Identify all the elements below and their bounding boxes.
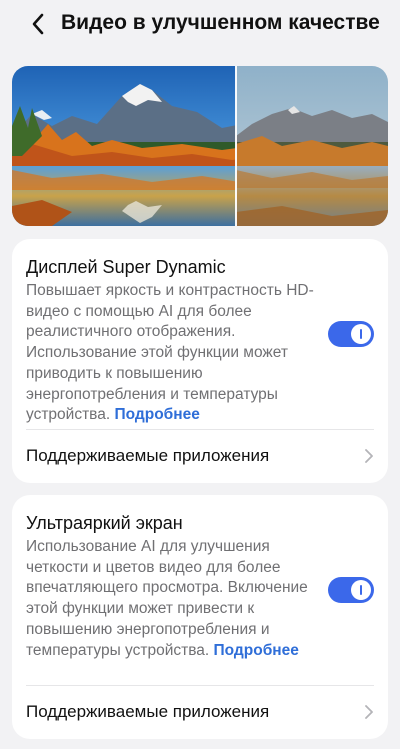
- ultra-bright-card: Ультраяркий экран Использование AI для у…: [12, 495, 388, 739]
- card-title: Дисплей Super Dynamic: [26, 257, 226, 277]
- card-description-text: Использование AI для улучшения четкости …: [26, 538, 308, 659]
- page-title: Видео в улучшенном качестве: [61, 11, 380, 34]
- card-title: Ультраяркий экран: [26, 513, 183, 533]
- learn-more-link[interactable]: Подробнее: [114, 406, 199, 423]
- toggle-on-icon: [360, 329, 362, 339]
- chevron-right-icon: [365, 705, 373, 719]
- back-button[interactable]: [22, 8, 54, 40]
- super-dynamic-card: Дисплей Super Dynamic Повышает яркость и…: [12, 239, 388, 483]
- ultra-bright-toggle[interactable]: [328, 577, 374, 603]
- super-dynamic-toggle[interactable]: [328, 321, 374, 347]
- header: Видео в улучшенном качестве: [0, 0, 400, 48]
- toggle-on-icon: [360, 585, 362, 595]
- supported-apps-row[interactable]: Поддерживаемые приложения: [12, 430, 388, 483]
- card-description: Повышает яркость и контрастность HD-виде…: [26, 281, 318, 426]
- toggle-knob: [351, 580, 371, 600]
- card-description: Использование AI для улучшения четкости …: [26, 537, 318, 661]
- row-label: Поддерживаемые приложения: [26, 702, 270, 721]
- toggle-knob: [351, 324, 371, 344]
- chevron-left-icon: [32, 13, 44, 35]
- learn-more-link[interactable]: Подробнее: [214, 642, 299, 659]
- chevron-right-icon: [365, 449, 373, 463]
- comparison-image: [12, 66, 388, 226]
- card-description-text: Повышает яркость и контрастность HD-виде…: [26, 282, 314, 424]
- row-label: Поддерживаемые приложения: [26, 446, 270, 465]
- supported-apps-row[interactable]: Поддерживаемые приложения: [12, 686, 388, 739]
